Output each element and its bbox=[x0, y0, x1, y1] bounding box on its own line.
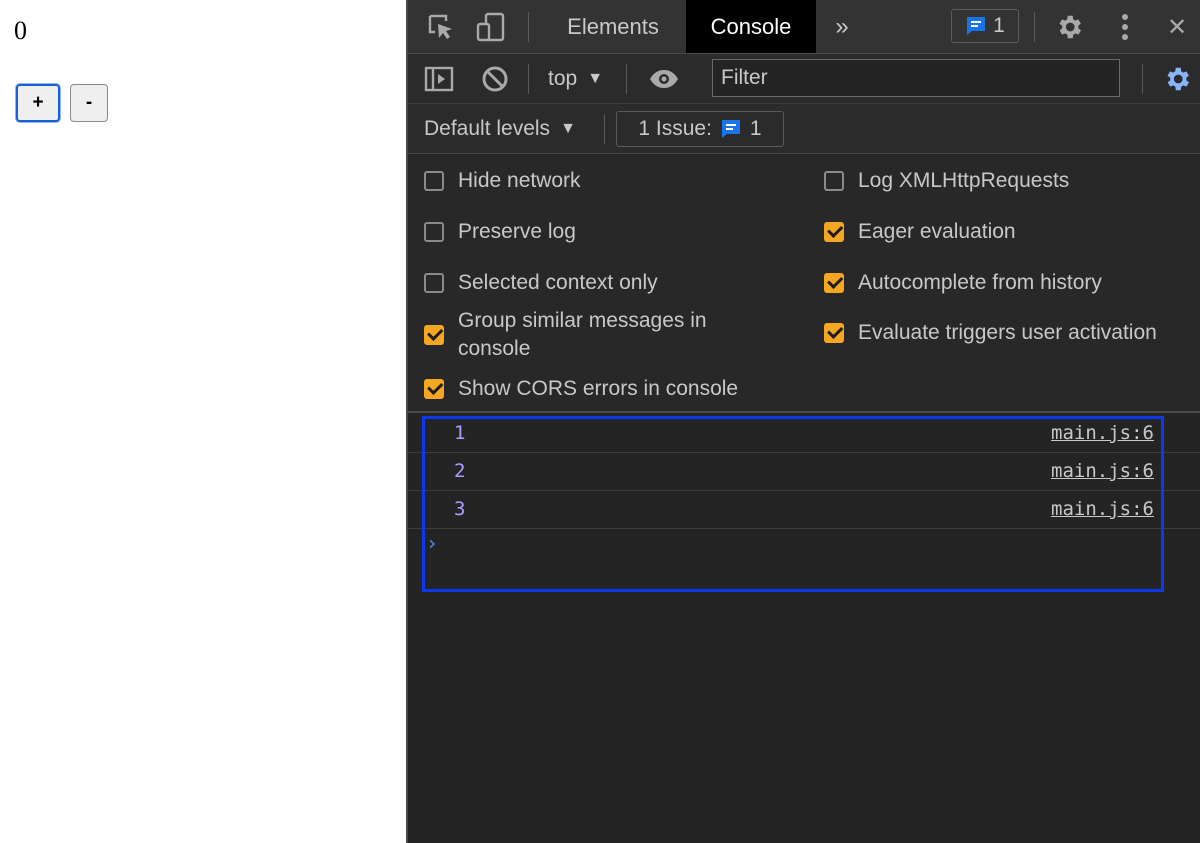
tab-elements[interactable]: Elements bbox=[548, 0, 678, 53]
settings-gear-icon[interactable] bbox=[1052, 10, 1086, 44]
divider bbox=[1142, 64, 1143, 94]
setting-preserve-log[interactable]: Preserve log bbox=[424, 218, 576, 246]
log-value: 1 bbox=[454, 422, 466, 444]
console-settings-pane: Hide network Log XMLHttpRequests Preserv… bbox=[408, 155, 1200, 413]
checkbox-checked[interactable] bbox=[824, 323, 844, 343]
context-selector[interactable]: top ▼ bbox=[548, 54, 603, 104]
log-levels-label: Default levels bbox=[424, 117, 551, 140]
setting-log-xmlhttprequests[interactable]: Log XMLHttpRequests bbox=[824, 167, 1069, 195]
setting-label: Eager evaluation bbox=[858, 220, 1016, 243]
checkbox[interactable] bbox=[424, 273, 444, 293]
checkbox[interactable] bbox=[824, 171, 844, 191]
checkbox[interactable] bbox=[424, 171, 444, 191]
console-settings-gear-icon[interactable] bbox=[1160, 62, 1194, 96]
setting-label: Autocomplete from history bbox=[858, 271, 1102, 294]
dropdown-arrow-icon: ▼ bbox=[587, 70, 604, 87]
counter-value: 0 bbox=[14, 16, 27, 45]
devtools-panel: Elements Console » 1 ✕ top ▼ Filter Defa… bbox=[406, 0, 1200, 843]
more-tabs-icon[interactable]: » bbox=[822, 0, 862, 53]
context-label: top bbox=[548, 67, 578, 90]
clear-console-icon[interactable] bbox=[478, 62, 512, 96]
setting-label: Selected context only bbox=[458, 271, 658, 294]
divider bbox=[604, 114, 605, 144]
source-link[interactable]: main.js:6 bbox=[1051, 422, 1154, 444]
increment-button[interactable]: + bbox=[16, 84, 60, 122]
divider bbox=[528, 12, 529, 42]
console-output[interactable]: 1 main.js:6 2 main.js:6 3 main.js:6 › bbox=[408, 415, 1200, 843]
setting-label: Preserve log bbox=[458, 220, 576, 243]
setting-label: Log XMLHttpRequests bbox=[858, 169, 1070, 192]
live-expression-eye-icon[interactable] bbox=[644, 62, 684, 96]
source-link[interactable]: main.js:6 bbox=[1051, 498, 1154, 520]
divider bbox=[626, 64, 627, 94]
tab-console[interactable]: Console bbox=[686, 0, 816, 53]
divider bbox=[1034, 12, 1035, 42]
source-link[interactable]: main.js:6 bbox=[1051, 460, 1154, 482]
sidebar-toggle-icon[interactable] bbox=[422, 62, 456, 96]
device-toolbar-icon[interactable] bbox=[474, 10, 508, 44]
log-value: 2 bbox=[454, 460, 466, 482]
checkbox-checked[interactable] bbox=[424, 379, 444, 399]
setting-show-cors-errors[interactable]: Show CORS errors in console bbox=[424, 375, 738, 403]
console-message: 1 main.js:6 bbox=[408, 415, 1200, 453]
inspect-element-icon[interactable] bbox=[424, 10, 458, 44]
setting-selected-context-only[interactable]: Selected context only bbox=[424, 269, 658, 297]
message-icon bbox=[967, 17, 986, 35]
log-value: 3 bbox=[454, 498, 466, 520]
decrement-button[interactable]: - bbox=[70, 84, 108, 122]
setting-autocomplete-from-history[interactable]: Autocomplete from history bbox=[824, 269, 1102, 297]
setting-label: Group similar messages in console bbox=[458, 309, 707, 360]
console-prompt-icon[interactable]: › bbox=[426, 531, 438, 555]
checkbox-checked[interactable] bbox=[424, 325, 444, 345]
filter-input[interactable] bbox=[712, 59, 1120, 97]
page-area: 0 + - bbox=[0, 0, 406, 843]
divider bbox=[528, 64, 529, 94]
levels-toolbar: Default levels ▼ 1 Issue: 1 bbox=[408, 104, 1200, 154]
setting-label: Hide network bbox=[458, 169, 581, 192]
devtools-tabbar: Elements Console » 1 ✕ bbox=[408, 0, 1200, 54]
dropdown-arrow-icon: ▼ bbox=[560, 120, 576, 137]
checkbox-checked[interactable] bbox=[824, 222, 844, 242]
checkbox[interactable] bbox=[424, 222, 444, 242]
more-options-icon[interactable] bbox=[1108, 10, 1142, 44]
issues-badge-count: 1 bbox=[993, 14, 1005, 37]
setting-eager-evaluation[interactable]: Eager evaluation bbox=[824, 218, 1016, 246]
close-icon[interactable]: ✕ bbox=[1160, 10, 1194, 44]
console-message: 3 main.js:6 bbox=[408, 491, 1200, 529]
log-levels-dropdown[interactable]: Default levels ▼ bbox=[424, 104, 576, 154]
setting-evaluate-triggers-user-activation[interactable]: Evaluate triggers user activation bbox=[824, 319, 1157, 347]
setting-label: Evaluate triggers user activation bbox=[858, 321, 1157, 344]
issues-button-text: 1 Issue: bbox=[638, 117, 712, 140]
setting-label: Show CORS errors in console bbox=[458, 377, 739, 400]
setting-hide-network[interactable]: Hide network bbox=[424, 167, 581, 195]
console-toolbar: top ▼ bbox=[408, 54, 1200, 104]
issues-button-count: 1 bbox=[749, 117, 762, 140]
issues-badge[interactable]: 1 bbox=[951, 9, 1019, 43]
checkbox-checked[interactable] bbox=[824, 273, 844, 293]
setting-group-similar[interactable]: Group similar messages in console bbox=[424, 307, 754, 363]
issues-button[interactable]: 1 Issue: 1 bbox=[616, 111, 784, 147]
console-message: 2 main.js:6 bbox=[408, 453, 1200, 491]
message-icon bbox=[721, 120, 740, 138]
